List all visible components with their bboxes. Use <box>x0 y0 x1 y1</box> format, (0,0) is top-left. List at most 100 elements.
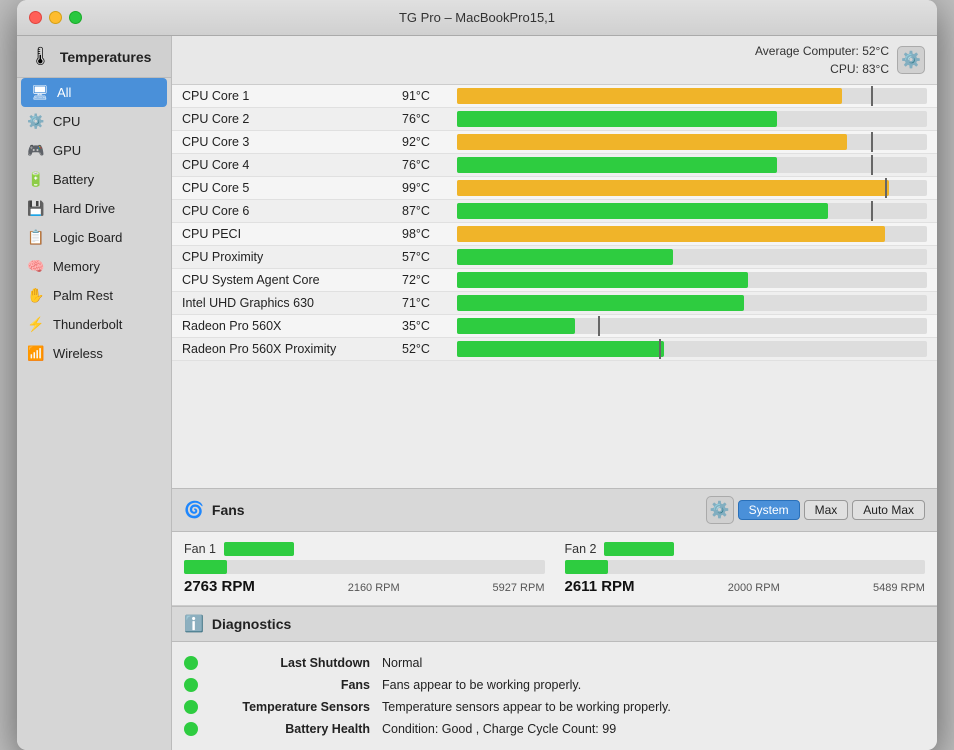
tick-mark <box>885 178 887 198</box>
temp-bar-7 <box>457 249 673 265</box>
fullscreen-button[interactable] <box>69 11 82 24</box>
temp-name-5: CPU Core 6 <box>182 204 402 218</box>
temp-name-2: CPU Core 3 <box>182 135 402 149</box>
temp-bar-container-3 <box>457 157 927 173</box>
fan1-min-rpm: 2160 RPM <box>348 582 400 594</box>
sidebar-icon-0: 🖥 <box>31 84 49 101</box>
sidebar-item-logic-board[interactable]: 📋 Logic Board <box>17 223 171 252</box>
sidebar-item-hard-drive[interactable]: 💾 Hard Drive <box>17 194 171 223</box>
temp-name-11: Radeon Pro 560X Proximity <box>182 342 402 356</box>
temp-value-3: 76°C <box>402 158 457 172</box>
fan1-name: Fan 1 <box>184 542 216 556</box>
sidebar-label-3: Battery <box>53 172 94 187</box>
fan2-label-row: Fan 2 <box>565 542 926 556</box>
temp-row-2: CPU Core 3 92°C <box>172 131 937 154</box>
traffic-lights <box>29 11 82 24</box>
temp-row-7: CPU Proximity 57°C <box>172 246 937 269</box>
diag-value-1: Fans appear to be working properly. <box>382 678 581 692</box>
diag-icon: ℹ️ <box>184 614 204 634</box>
temp-row-3: CPU Core 4 76°C <box>172 154 937 177</box>
sidebar-label-6: Memory <box>53 259 100 274</box>
temperature-table: CPU Core 1 91°C CPU Core 2 76°C CPU Core… <box>172 85 937 488</box>
fan1-current-rpm: 2763 RPM <box>184 578 255 595</box>
temp-name-10: Radeon Pro 560X <box>182 319 402 333</box>
close-button[interactable] <box>29 11 42 24</box>
temp-row-10: Radeon Pro 560X 35°C <box>172 315 937 338</box>
diag-row-1: Fans Fans appear to be working properly. <box>184 674 925 696</box>
diag-value-3: Condition: Good , Charge Cycle Count: 99 <box>382 722 616 736</box>
temp-row-11: Radeon Pro 560X Proximity 52°C <box>172 338 937 361</box>
avg-computer-label: Average Computer: <box>755 44 859 58</box>
temp-value-11: 52°C <box>402 342 457 356</box>
temp-value-6: 98°C <box>402 227 457 241</box>
sidebar-icon-2: 🎮 <box>27 142 45 159</box>
temp-bar-2 <box>457 134 847 150</box>
temp-row-0: CPU Core 1 91°C <box>172 85 937 108</box>
minimize-button[interactable] <box>49 11 62 24</box>
sidebar-label-8: Thunderbolt <box>53 317 122 332</box>
temp-bar-container-10 <box>457 318 927 334</box>
temp-row-4: CPU Core 5 99°C <box>172 177 937 200</box>
diag-dot-1 <box>184 678 198 692</box>
fan1-max-rpm: 5927 RPM <box>493 582 545 594</box>
temp-bar-container-6 <box>457 226 927 242</box>
tick-mark <box>598 316 600 336</box>
temp-bar-0 <box>457 88 842 104</box>
diag-value-2: Temperature sensors appear to be working… <box>382 700 671 714</box>
sidebar-item-cpu[interactable]: ⚙️ CPU <box>17 107 171 136</box>
avg-cpu-line: CPU: 83°C <box>755 60 889 78</box>
temp-row-9: Intel UHD Graphics 630 71°C <box>172 292 937 315</box>
sidebar-label-2: GPU <box>53 143 81 158</box>
temp-bar-8 <box>457 272 748 288</box>
temp-value-2: 92°C <box>402 135 457 149</box>
avg-cpu-label: CPU: <box>830 62 859 76</box>
temp-name-8: CPU System Agent Core <box>182 273 402 287</box>
avg-cpu-value: 83°C <box>862 62 889 76</box>
temp-name-0: CPU Core 1 <box>182 89 402 103</box>
diag-dot-0 <box>184 656 198 670</box>
sidebar-item-all[interactable]: 🖥 All <box>21 78 167 107</box>
sidebar-icon-7: ✋ <box>27 287 45 304</box>
temp-value-10: 35°C <box>402 319 457 333</box>
temp-value-8: 72°C <box>402 273 457 287</box>
fan-btn-max[interactable]: Max <box>804 500 849 520</box>
fan2-mini-bar <box>604 542 674 556</box>
sidebar-items: 🖥 All ⚙️ CPU 🎮 GPU 🔋 Battery 💾 Hard Driv… <box>17 78 171 368</box>
sidebar-label-7: Palm Rest <box>53 288 113 303</box>
fans-row: Fan 1 2763 RPM 2160 RPM 5927 RPM <box>184 542 925 595</box>
temp-row-8: CPU System Agent Core 72°C <box>172 269 937 292</box>
fan-btn-system[interactable]: System <box>738 500 800 520</box>
tick-mark <box>871 132 873 152</box>
diag-dot-2 <box>184 700 198 714</box>
fan2-max-rpm: 5489 RPM <box>873 582 925 594</box>
fan1-panel: Fan 1 2763 RPM 2160 RPM 5927 RPM <box>184 542 545 595</box>
temp-bar-6 <box>457 226 885 242</box>
fans-content: Fan 1 2763 RPM 2160 RPM 5927 RPM <box>172 532 937 606</box>
fans-settings-button[interactable]: ⚙️ <box>706 496 734 524</box>
sidebar-item-battery[interactable]: 🔋 Battery <box>17 165 171 194</box>
fans-label: Fans <box>212 502 245 518</box>
sidebar-item-wireless[interactable]: 📶 Wireless <box>17 339 171 368</box>
temp-bar-4 <box>457 180 889 196</box>
sidebar-icon-6: 🧠 <box>27 258 45 275</box>
fan2-bar <box>565 560 926 574</box>
main-content: 🌡 Temperatures 🖥 All ⚙️ CPU 🎮 GPU 🔋 Batt… <box>17 36 937 750</box>
sidebar-item-palm-rest[interactable]: ✋ Palm Rest <box>17 281 171 310</box>
temp-name-7: CPU Proximity <box>182 250 402 264</box>
temp-row-1: CPU Core 2 76°C <box>172 108 937 131</box>
diag-header-left: ℹ️ Diagnostics <box>184 614 291 634</box>
main-panel: Average Computer: 52°C CPU: 83°C ⚙️ CPU … <box>172 36 937 750</box>
avg-computer-line: Average Computer: 52°C <box>755 42 889 60</box>
sidebar-item-gpu[interactable]: 🎮 GPU <box>17 136 171 165</box>
settings-button[interactable]: ⚙️ <box>897 46 925 74</box>
temp-value-1: 76°C <box>402 112 457 126</box>
sidebar-item-thunderbolt[interactable]: ⚡ Thunderbolt <box>17 310 171 339</box>
fan-btn-auto-max[interactable]: Auto Max <box>852 500 925 520</box>
sidebar-item-memory[interactable]: 🧠 Memory <box>17 252 171 281</box>
fan-buttons: ⚙️SystemMaxAuto Max <box>706 496 925 524</box>
sidebar-icon-1: ⚙️ <box>27 113 45 130</box>
temp-bar-9 <box>457 295 744 311</box>
app-window: TG Pro – MacBookPro15,1 🌡 Temperatures 🖥… <box>17 0 937 750</box>
temp-bar-container-4 <box>457 180 927 196</box>
avg-computer-value: 52°C <box>862 44 889 58</box>
